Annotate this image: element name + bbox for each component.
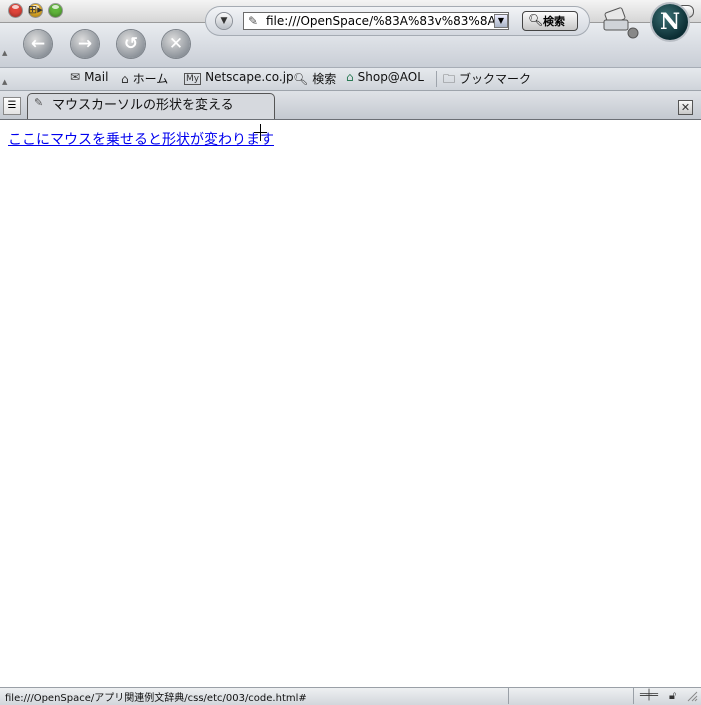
- toolbar-divider: [436, 71, 437, 87]
- forward-button[interactable]: →: [71, 30, 99, 58]
- close-icon: ✕: [680, 101, 691, 114]
- magnifier-icon: 🔍︎: [528, 13, 544, 27]
- folder-icon: 🗀: [443, 72, 456, 86]
- sidebar-toggle-icon[interactable]: ⊞▸: [28, 3, 46, 17]
- url-input[interactable]: file:///OpenSpace/%83A%83v%83%8A%83: [243, 12, 509, 30]
- sidebar-bookmarks-icon[interactable]: ☰: [3, 97, 21, 115]
- page-icon: ✎: [34, 96, 44, 109]
- bookmarks-menu[interactable]: 🗀 ブックマーク: [443, 70, 531, 91]
- tab-label: マウスカーソルの形状を変える: [52, 98, 234, 113]
- back-button[interactable]: ←: [24, 30, 52, 58]
- search-icon: 🔍︎: [293, 72, 309, 86]
- bookmark-netscape-co-jp[interactable]: My Netscape.co.jp: [184, 70, 294, 85]
- print-machine-icon[interactable]: [600, 4, 640, 40]
- stop-button[interactable]: ✕: [162, 30, 190, 58]
- toolbar-grip-icon[interactable]: ▲: [2, 49, 7, 57]
- bookmark-shop-aol[interactable]: ⌂ Shop@AOL: [346, 70, 424, 84]
- reload-button[interactable]: ↺: [117, 30, 145, 58]
- mouse-cursor-icon: [254, 124, 267, 141]
- bookmark-home[interactable]: ⌂ ホーム: [121, 70, 168, 87]
- my-icon: My: [184, 73, 202, 85]
- home-icon: ⌂: [121, 72, 129, 86]
- hover-demo-link[interactable]: ここにマウスを乗せると形状が変わります: [8, 129, 274, 149]
- history-dropdown-button[interactable]: ▼: [216, 13, 232, 29]
- page-content: [0, 121, 701, 687]
- resize-grip-icon[interactable]: [686, 690, 698, 702]
- status-divider: [508, 688, 509, 704]
- status-divider: [633, 688, 634, 704]
- envelope-icon: ✉: [70, 70, 81, 84]
- netscape-logo[interactable]: N: [652, 4, 688, 40]
- url-dropdown-arrow[interactable]: ▼: [494, 14, 508, 28]
- reload-icon: ↺: [123, 34, 139, 54]
- chevron-down-icon: ▼: [497, 16, 505, 25]
- status-text: file:///OpenSpace/アプリ関連例文辞典/css/etc/003/…: [5, 693, 307, 704]
- online-status-icon[interactable]: ═╪═: [640, 690, 662, 701]
- toolbar-grip-icon[interactable]: ▲: [2, 78, 7, 86]
- bookmark-mail[interactable]: ✉ Mail: [70, 70, 108, 84]
- close-tab-button[interactable]: ✕: [678, 100, 693, 115]
- chevron-down-icon: ▼: [220, 16, 228, 26]
- shop-icon: ⌂: [346, 70, 354, 84]
- bookmark-search[interactable]: 🔍︎ 検索: [293, 70, 336, 87]
- forward-arrow-icon: →: [77, 34, 93, 54]
- security-lock-icon[interactable]: 🔓︎: [669, 689, 676, 703]
- page-proxy-icon[interactable]: ✎: [248, 14, 258, 28]
- back-arrow-icon: ←: [30, 34, 46, 54]
- stop-x-icon: ✕: [168, 34, 184, 54]
